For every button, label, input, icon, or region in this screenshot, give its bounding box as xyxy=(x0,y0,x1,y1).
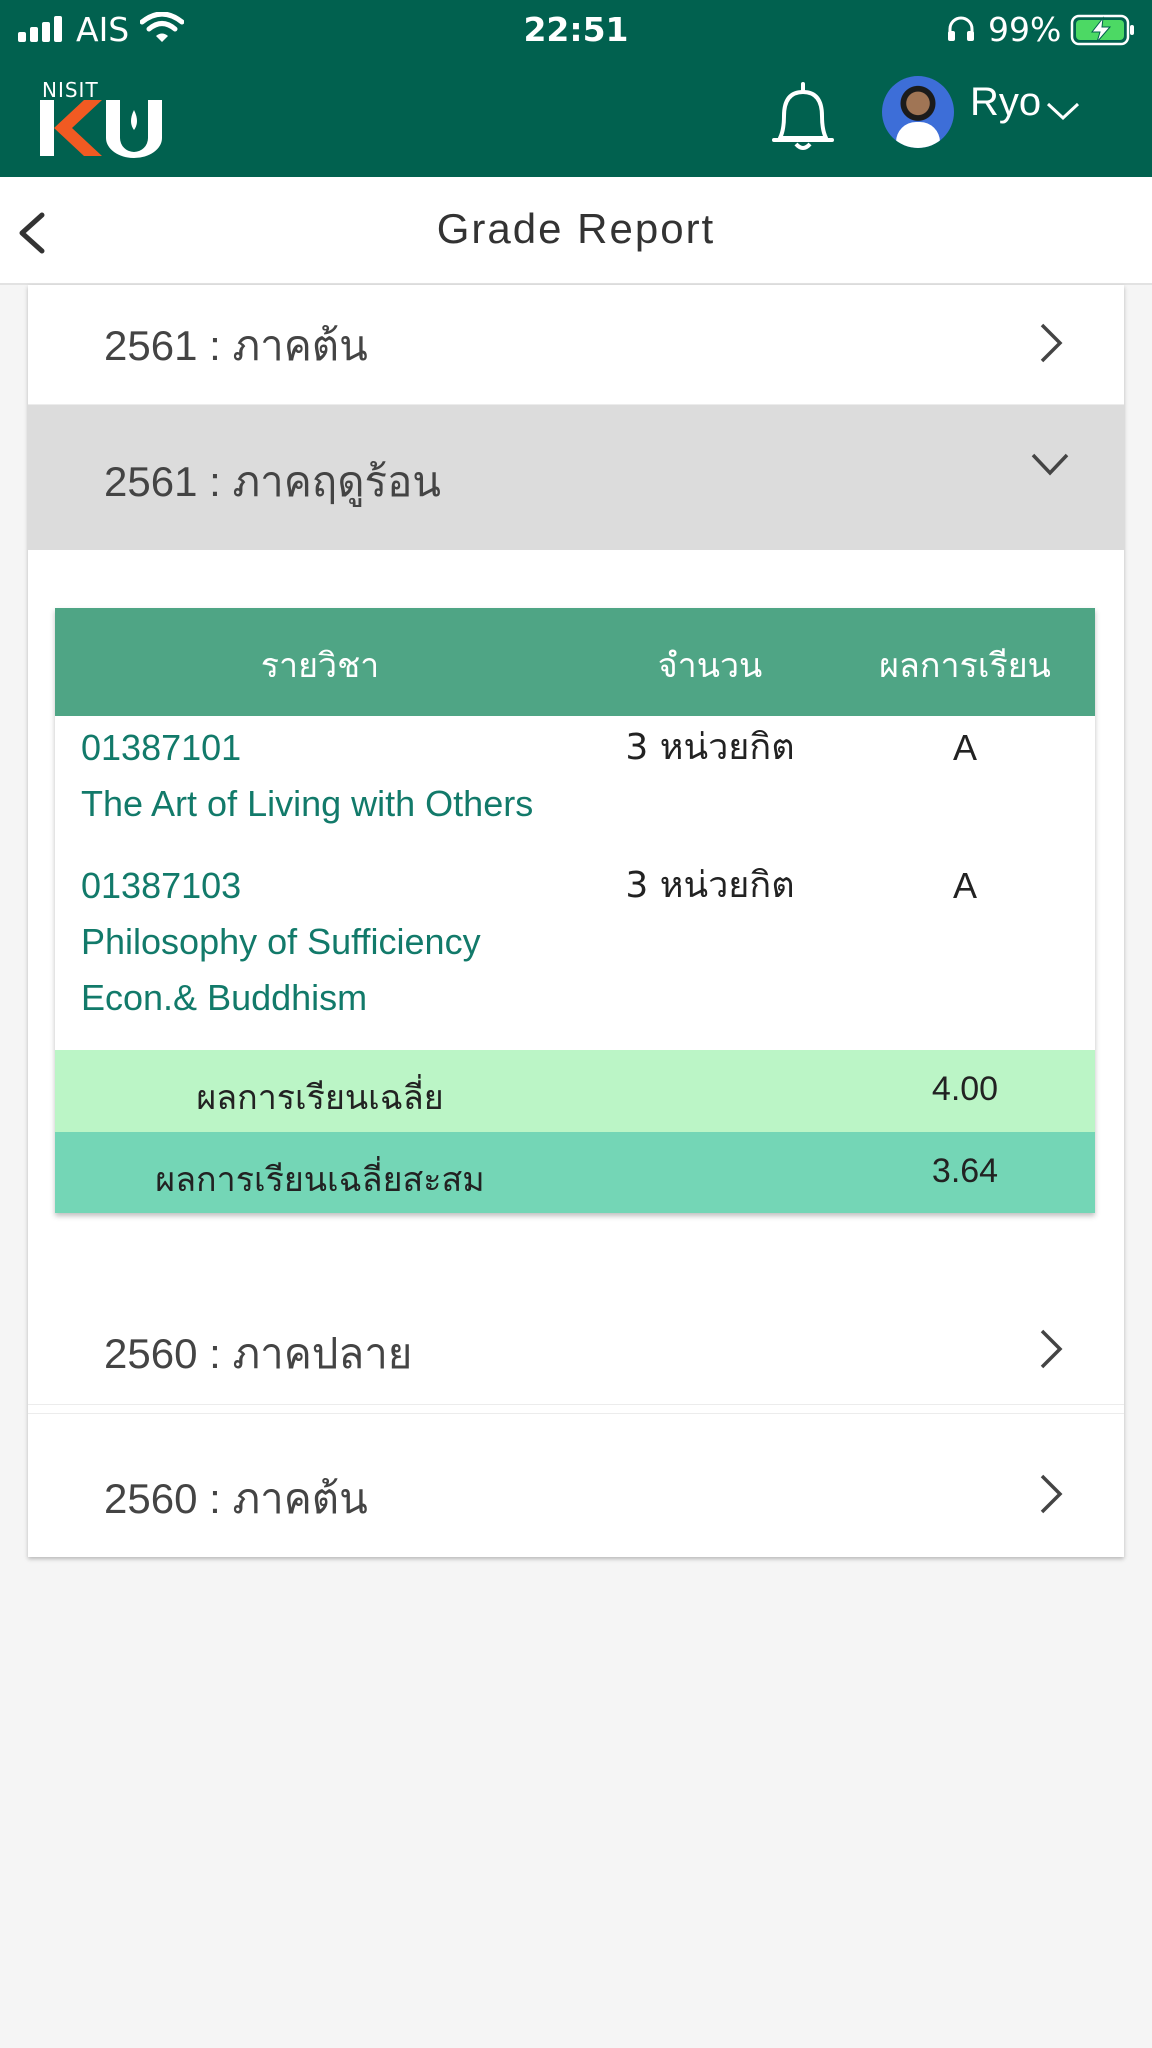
username-label[interactable]: Ryo xyxy=(970,80,1041,125)
page-header: Grade Report xyxy=(0,177,1152,285)
status-bar: AIS 22:51 99% xyxy=(0,0,1152,58)
cumulative-gpa-value: 3.64 xyxy=(931,1152,999,1190)
bell-icon[interactable] xyxy=(768,80,838,154)
chevron-down-icon xyxy=(1031,453,1069,476)
header-course: รายวิชา xyxy=(260,646,380,686)
course-code[interactable]: 01387103 xyxy=(81,858,241,914)
course-grade: A xyxy=(952,865,977,906)
avatar[interactable] xyxy=(882,76,954,148)
course-grade: A xyxy=(952,727,977,768)
gpa-value: 4.00 xyxy=(931,1070,999,1108)
nisit-ku-logo[interactable]: NISIT xyxy=(38,78,174,158)
battery-percent: 99% xyxy=(988,10,1062,49)
course-row: 01387103 Philosophy of Sufficiency Econ.… xyxy=(55,858,1095,1038)
app-bar: AIS 22:51 99% NISIT Ryo xyxy=(0,0,1152,177)
cumulative-gpa-label: ผลการเรียนเฉลี่ยสะสม xyxy=(155,1160,485,1200)
course-name-line1[interactable]: Philosophy of Sufficiency xyxy=(81,914,561,970)
chevron-down-icon[interactable] xyxy=(1046,100,1080,122)
chevron-right-icon xyxy=(1040,323,1063,363)
grade-table-header: รายวิชา จำนวน ผลการเรียน xyxy=(55,608,1095,716)
course-name[interactable]: The Art of Living with Others xyxy=(81,776,561,832)
course-row: 01387101 The Art of Living with Others 3… xyxy=(55,720,1095,856)
course-name-line2[interactable]: Econ.& Buddhism xyxy=(81,970,561,1026)
semester-label: 2561 : ภาคต้น xyxy=(104,322,368,369)
cumulative-gpa-row: ผลการเรียนเฉลี่ยสะสม 3.64 xyxy=(55,1132,1095,1213)
semester-label: 2560 : ภาคปลาย xyxy=(104,1330,413,1377)
gpa-row: ผลการเรียนเฉลี่ย 4.00 xyxy=(55,1050,1095,1132)
course-credits: 3 หน่วยกิต xyxy=(625,727,795,768)
semester-list: 2561 : ภาคต้น 2561 : ภาคฤดูร้อน รายวิชา … xyxy=(28,285,1124,1557)
ku-logo-mark xyxy=(40,100,162,158)
semester-row[interactable]: 2560 : ภาคต้น xyxy=(28,1413,1124,1557)
header-credits: จำนวน xyxy=(657,646,763,686)
battery-charging-icon xyxy=(1070,14,1134,46)
status-time: 22:51 xyxy=(523,10,629,49)
page-title: Grade Report xyxy=(436,205,716,252)
semester-row-expanded[interactable]: 2561 : ภาคฤดูร้อน xyxy=(28,405,1124,550)
course-credits: 3 หน่วยกิต xyxy=(625,865,795,906)
semester-row[interactable]: 2561 : ภาคต้น xyxy=(28,285,1124,405)
chevron-right-icon xyxy=(1040,1329,1063,1369)
semester-row[interactable]: 2560 : ภาคปลาย xyxy=(28,1285,1124,1405)
header-grade: ผลการเรียน xyxy=(879,646,1051,686)
grade-table: รายวิชา จำนวน ผลการเรียน 01387101 The Ar… xyxy=(55,608,1095,1213)
semester-label: 2561 : ภาคฤดูร้อน xyxy=(104,458,442,505)
headphones-icon xyxy=(948,16,974,41)
gpa-label: ผลการเรียนเฉลี่ย xyxy=(196,1078,444,1118)
course-code[interactable]: 01387101 xyxy=(81,720,241,776)
semester-label: 2560 : ภาคต้น xyxy=(104,1475,368,1522)
chevron-right-icon xyxy=(1040,1474,1063,1514)
